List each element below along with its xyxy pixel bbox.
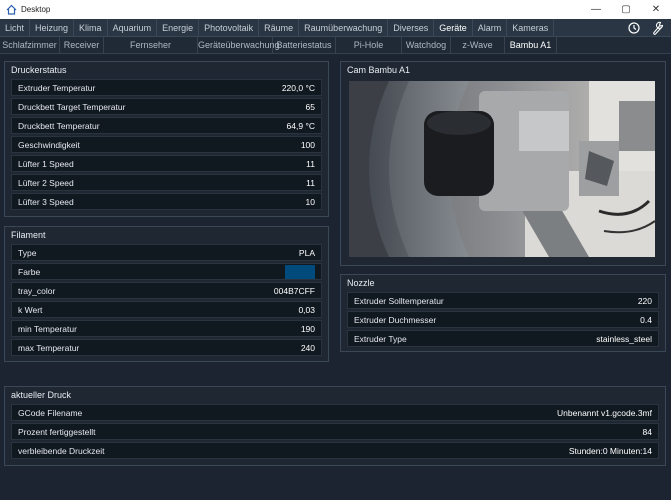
row-label: Extruder Temperatur [18, 82, 96, 93]
main-tab[interactable]: Klima [74, 18, 108, 37]
row-value: 64,9 °C [286, 120, 315, 131]
druckerstatus-panel: Druckerstatus Extruder Temperatur 220,0 °… [4, 61, 329, 217]
table-row: Extruder Temperatur 220,0 °C [11, 79, 322, 96]
window-titlebar: Desktop — ▢ ✕ [0, 0, 671, 19]
row-value: 240 [300, 342, 315, 353]
row-label: Extruder Solltemperatur [354, 295, 444, 306]
row-label: Geschwindigkeit [18, 139, 80, 150]
panel-title: Filament [11, 230, 46, 240]
table-row: Extruder Solltemperatur 220 [347, 292, 659, 309]
main-tab[interactable]: Raumüberwachung [299, 18, 389, 37]
table-row: GCode Filename Unbenannt v1.gcode.3mf [11, 404, 659, 421]
sub-tab[interactable]: Batteriestatus [273, 36, 336, 54]
panel-title: Cam Bambu A1 [347, 65, 411, 75]
clock-icon[interactable] [627, 20, 641, 36]
panel-title: aktueller Druck [11, 390, 72, 400]
row-value: Stunden:0 Minuten:14 [568, 445, 652, 456]
sub-nav: Schlafzimmer Receiver Fernseher Geräteüberw… [0, 36, 671, 54]
table-row: Farbe [11, 263, 322, 280]
row-value: 100 [300, 139, 315, 150]
table-row: Geschwindigkeit 100 [11, 136, 322, 153]
close-button[interactable]: ✕ [641, 0, 671, 19]
row-label: Lüfter 3 Speed [18, 196, 74, 207]
row-value: 65 [305, 101, 315, 112]
row-value: 220 [637, 295, 652, 306]
camera-image[interactable] [349, 81, 655, 257]
panel-title: Nozzle [347, 278, 375, 288]
minimize-button[interactable]: — [581, 0, 611, 19]
nozzle-panel: Nozzle Extruder Solltemperatur 220 Extrude… [340, 274, 666, 352]
table-row: Druckbett Target Temperatur 65 [11, 98, 322, 115]
sub-tab[interactable]: Bambu A1 [505, 36, 557, 54]
aktueller-druck-panel: aktueller Druck GCode Filename Unbenannt … [4, 386, 666, 466]
table-row: Prozent fertiggestellt 84 [11, 423, 659, 440]
row-value: PLA [298, 247, 315, 258]
row-label: Prozent fertiggestellt [18, 426, 96, 437]
row-value: 11 [306, 158, 315, 169]
row-label: GCode Filename [18, 407, 83, 418]
row-label: Farbe [18, 266, 41, 277]
table-row: Druckbett Temperatur 64,9 °C [11, 117, 322, 134]
filament-panel: Filament Type PLA Farbe tray_color 004B7C… [4, 226, 329, 362]
table-row: tray_color 004B7CFF [11, 282, 322, 299]
home-icon [4, 3, 18, 17]
row-label: Type [18, 247, 37, 258]
main-tab[interactable]: Kameras [507, 18, 555, 37]
row-value: stainless_steel [596, 333, 652, 344]
main-tab[interactable]: Heizung [30, 18, 75, 37]
row-label: k Wert [18, 304, 43, 315]
row-label: tray_color [18, 285, 56, 296]
row-value: 190 [300, 323, 315, 334]
row-label: Extruder Type [354, 333, 407, 344]
table-row: Lüfter 3 Speed 10 [11, 193, 322, 210]
row-label: Druckbett Temperatur [18, 120, 100, 131]
main-tab[interactable]: Aquarium [108, 18, 158, 37]
row-label: Lüfter 2 Speed [18, 177, 74, 188]
row-value: 10 [305, 196, 315, 207]
row-value: 0.4 [640, 314, 652, 325]
row-value: 84 [642, 426, 652, 437]
filament-color-swatch [285, 264, 315, 279]
table-row: min Temperatur 190 [11, 320, 322, 337]
sub-tab[interactable]: Fernseher [104, 36, 198, 54]
row-value: 0,03 [298, 304, 315, 315]
table-row: Extruder Duchmesser 0.4 [347, 311, 659, 328]
table-row: k Wert 0,03 [11, 301, 322, 318]
main-nav: Licht Heizung Klima Aquarium Energie Photovol… [0, 18, 671, 37]
table-row: Lüfter 2 Speed 11 [11, 174, 322, 191]
window-title: Desktop [21, 5, 51, 14]
main-tab[interactable]: Photovoltaik [199, 18, 260, 37]
row-value: Unbenannt v1.gcode.3mf [557, 407, 652, 418]
main-tab[interactable]: Diverses [388, 18, 435, 37]
panel-title: Druckerstatus [11, 65, 67, 75]
row-value: 11 [306, 177, 315, 188]
table-row: max Temperatur 240 [11, 339, 322, 356]
sub-tab[interactable]: Watchdog [402, 36, 451, 54]
sub-tab[interactable]: Pi-Hole [336, 36, 402, 54]
row-label: min Temperatur [18, 323, 77, 334]
row-label: Extruder Duchmesser [354, 314, 437, 325]
row-label: Druckbett Target Temperatur [18, 101, 126, 112]
main-tab[interactable]: Räume [259, 18, 300, 37]
sub-tab[interactable]: z-Wave [451, 36, 505, 54]
row-label: Lüfter 1 Speed [18, 158, 74, 169]
row-label: max Temperatur [18, 342, 80, 353]
settings-icon[interactable] [651, 20, 665, 36]
row-value: 220,0 °C [281, 82, 315, 93]
sub-tab[interactable]: Receiver [60, 36, 104, 54]
main-tab[interactable]: Alarm [473, 18, 508, 37]
main-tab[interactable]: Energie [157, 18, 200, 37]
row-label: verbleibende Druckzeit [18, 445, 105, 456]
maximize-button[interactable]: ▢ [611, 0, 641, 19]
sub-tab[interactable]: Geräteüberwachung [198, 36, 280, 54]
table-row: Lüfter 1 Speed 11 [11, 155, 322, 172]
table-row: Type PLA [11, 244, 322, 261]
camera-panel: Cam Bambu A1 [340, 61, 666, 266]
table-row: Extruder Type stainless_steel [347, 330, 659, 347]
row-value: 004B7CFF [273, 285, 315, 296]
sub-tab[interactable]: Schlafzimmer [0, 36, 60, 54]
table-row: verbleibende Druckzeit Stunden:0 Minuten:… [11, 442, 659, 459]
main-tab[interactable]: Licht [0, 18, 31, 37]
main-tab[interactable]: Geräte [434, 18, 473, 37]
